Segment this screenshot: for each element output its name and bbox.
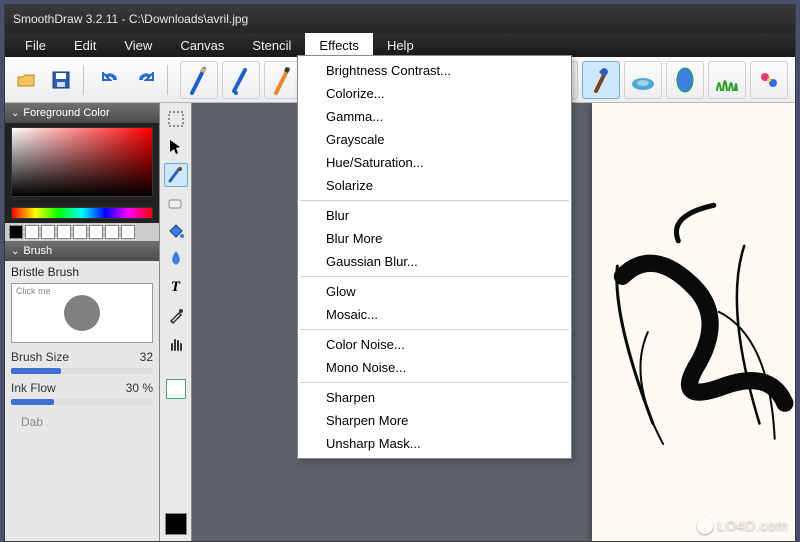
watermark: LO4D.com [697, 517, 788, 534]
swatch[interactable] [73, 225, 87, 239]
brush-preview[interactable]: Click me [11, 283, 153, 343]
undo-button[interactable] [95, 64, 127, 96]
brush-size-label: Brush Size [11, 350, 69, 364]
hand-tool[interactable] [164, 331, 188, 355]
brush-preset-flower[interactable] [750, 61, 788, 99]
toolbar-separator [83, 65, 89, 95]
swatch[interactable] [89, 225, 103, 239]
foreground-color-title: Foreground Color [23, 107, 109, 119]
effects-glow[interactable]: Glow [298, 280, 571, 303]
menu-canvas[interactable]: Canvas [166, 33, 238, 57]
dab-label: Dab [11, 415, 153, 429]
brush-panel: Bristle Brush Click me Brush Size 32 Ink… [5, 261, 159, 433]
effects-dropdown: Brightness Contrast... Colorize... Gamma… [297, 55, 572, 459]
ink-flow-label: Ink Flow [11, 381, 56, 395]
effects-mosaic[interactable]: Mosaic... [298, 303, 571, 326]
pointer-tool[interactable] [164, 135, 188, 159]
eraser-tool[interactable] [164, 191, 188, 215]
menu-separator [300, 329, 569, 330]
effects-grayscale[interactable]: Grayscale [298, 128, 571, 151]
foreground-color-header[interactable]: ⌄ Foreground Color [5, 103, 159, 123]
titlebar: SmoothDraw 3.2.11 - C:\Downloads\avril.j… [5, 5, 795, 33]
chevron-down-icon: ⌄ [11, 246, 19, 257]
effects-brightness-contrast[interactable]: Brightness Contrast... [298, 59, 571, 82]
redo-button[interactable] [129, 64, 161, 96]
ink-flow-value: 30 % [126, 381, 153, 395]
effects-gaussian-blur[interactable]: Gaussian Blur... [298, 250, 571, 273]
brush-preset-oval[interactable] [666, 61, 704, 99]
effects-gamma[interactable]: Gamma... [298, 105, 571, 128]
menu-separator [300, 276, 569, 277]
effects-sharpen-more[interactable]: Sharpen More [298, 409, 571, 432]
eyedropper-tool[interactable] [164, 303, 188, 327]
effects-sharpen[interactable]: Sharpen [298, 386, 571, 409]
swatch[interactable] [105, 225, 119, 239]
ink-flow-slider[interactable] [11, 399, 153, 405]
brush-preset-pen-drip[interactable] [222, 61, 260, 99]
window-title: SmoothDraw 3.2.11 - C:\Downloads\avril.j… [13, 12, 248, 26]
swatch-row [5, 223, 159, 241]
menu-help[interactable]: Help [373, 33, 428, 57]
menu-separator [300, 382, 569, 383]
effects-solarize[interactable]: Solarize [298, 174, 571, 197]
brush-size-value: 32 [140, 350, 153, 364]
blur-tool[interactable] [164, 247, 188, 271]
current-color-swatch[interactable] [165, 513, 187, 535]
brush-panel-title: Brush [23, 245, 52, 257]
hue-slider[interactable] [11, 207, 153, 219]
effects-blur[interactable]: Blur [298, 204, 571, 227]
menu-file[interactable]: File [11, 33, 60, 57]
effects-hue-saturation[interactable]: Hue/Saturation... [298, 151, 571, 174]
brush-preset-paintbrush[interactable] [582, 61, 620, 99]
left-dock: ⌄ Foreground Color ⌄ Brush [5, 103, 160, 541]
watermark-icon [697, 518, 713, 534]
brush-tool[interactable] [164, 163, 188, 187]
shape-rect-tool[interactable] [166, 379, 186, 399]
swatch[interactable] [57, 225, 71, 239]
canvas[interactable] [592, 103, 795, 541]
swatch-black[interactable] [9, 225, 23, 239]
swatch[interactable] [121, 225, 135, 239]
brush-panel-header[interactable]: ⌄ Brush [5, 241, 159, 261]
watermark-text: LO4D.com [717, 517, 788, 533]
save-button[interactable] [45, 64, 77, 96]
color-gradient[interactable] [11, 127, 153, 197]
menu-edit[interactable]: Edit [60, 33, 110, 57]
brush-size-slider[interactable] [11, 368, 153, 374]
brush-preview-dot [64, 295, 100, 331]
effects-blur-more[interactable]: Blur More [298, 227, 571, 250]
swatch[interactable] [25, 225, 39, 239]
menu-stencil[interactable]: Stencil [238, 33, 305, 57]
effects-colorize[interactable]: Colorize... [298, 82, 571, 105]
brush-name: Bristle Brush [11, 265, 153, 279]
effects-unsharp-mask[interactable]: Unsharp Mask... [298, 432, 571, 455]
effects-mono-noise[interactable]: Mono Noise... [298, 356, 571, 379]
menu-separator [300, 200, 569, 201]
swatch[interactable] [41, 225, 55, 239]
tool-strip: T [160, 103, 192, 541]
ink-flow-fill [11, 399, 54, 405]
effects-color-noise[interactable]: Color Noise... [298, 333, 571, 356]
menubar: File Edit View Canvas Stencil Effects He… [5, 33, 795, 57]
color-picker[interactable] [5, 123, 159, 223]
open-button[interactable] [11, 64, 43, 96]
menu-view[interactable]: View [110, 33, 166, 57]
brush-click-hint: Click me [16, 286, 51, 296]
toolbar-separator [167, 65, 173, 95]
brush-size-fill [11, 368, 61, 374]
text-tool[interactable]: T [164, 275, 188, 299]
fill-tool[interactable] [164, 219, 188, 243]
brush-preset-smudge[interactable] [624, 61, 662, 99]
menu-effects[interactable]: Effects [305, 33, 373, 57]
chevron-down-icon: ⌄ [11, 108, 19, 119]
brush-preset-pen[interactable] [180, 61, 218, 99]
text-icon: T [171, 279, 180, 296]
brush-preset-grass[interactable] [708, 61, 746, 99]
canvas-artwork [592, 103, 795, 541]
marquee-tool[interactable] [164, 107, 188, 131]
